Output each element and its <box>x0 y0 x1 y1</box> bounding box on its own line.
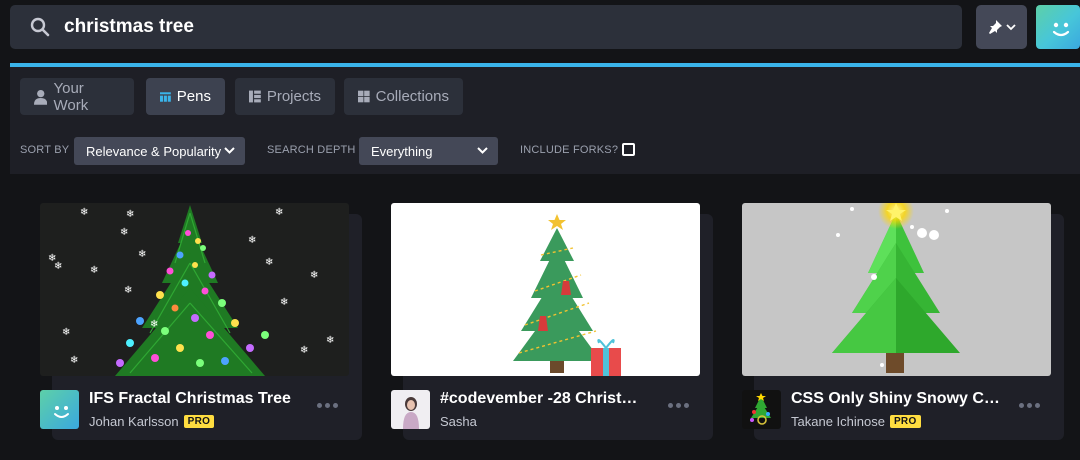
dot <box>316 402 322 408</box>
svg-text:❄: ❄ <box>126 209 134 220</box>
svg-text:❄: ❄ <box>90 265 98 276</box>
sort-by-select[interactable]: Relevance & Popularity <box>74 137 245 165</box>
user-icon <box>34 89 48 105</box>
svg-text:❄: ❄ <box>138 249 146 260</box>
search-icon <box>30 17 50 37</box>
projects-icon <box>249 90 261 103</box>
dot <box>683 402 689 408</box>
tab-pens[interactable]: Pens <box>146 78 225 115</box>
author-avatar[interactable] <box>742 390 781 429</box>
svg-text:❄: ❄ <box>62 327 70 338</box>
pro-badge: PRO <box>889 415 921 428</box>
pen-title[interactable]: CSS Only Shiny Snowy Christmas Tree <box>791 390 1001 408</box>
chevron-down-icon <box>1006 24 1016 31</box>
author-logo <box>742 390 781 429</box>
filters-row: SORT BY Relevance & Popularity SEARCH DE… <box>10 137 1080 165</box>
dot <box>667 402 673 408</box>
more-options-button[interactable] <box>313 396 341 414</box>
svg-text:❄: ❄ <box>80 207 88 218</box>
top-bar <box>0 0 1080 60</box>
collections-icon <box>358 90 370 103</box>
avatar-face-icon <box>1052 22 1070 37</box>
author-photo <box>391 390 430 429</box>
more-options-button[interactable] <box>664 396 692 414</box>
search-bar[interactable] <box>10 5 962 49</box>
svg-text:❄: ❄ <box>120 227 128 238</box>
flat-christmas-tree-image <box>391 203 700 376</box>
sort-by-label: SORT BY <box>20 144 70 156</box>
fractal-tree-image: ❄ ❄❄ ❄❄❄ ❄❄❄ ❄❄❄ ❄❄❄ ❄❄❄ <box>40 203 349 376</box>
dot <box>1026 402 1032 408</box>
svg-text:❄: ❄ <box>54 261 62 272</box>
chevron-down-icon <box>477 147 488 154</box>
tab-collections[interactable]: Collections <box>344 78 463 115</box>
dot <box>1034 402 1040 408</box>
svg-text:❄: ❄ <box>248 235 256 246</box>
tab-label: Pens <box>176 88 211 105</box>
pen-preview[interactable] <box>391 203 700 376</box>
dot <box>1018 402 1024 408</box>
svg-text:❄: ❄ <box>275 207 283 218</box>
pen-preview[interactable]: ❄ ❄ ❄ ❄ ❄ ❄ ❄ ❄ ❄ ❄ ❄ ❄ ❄ ❄ ❄ ❄ ❄ ❄ <box>40 203 349 376</box>
search-input[interactable] <box>64 11 944 43</box>
pens-grid-icon <box>160 91 171 102</box>
author-avatar[interactable] <box>391 390 430 429</box>
pinned-items-button[interactable] <box>976 5 1027 49</box>
author-name[interactable]: Sasha <box>440 414 477 429</box>
pen-card: #codevember -28 Christmas Tree Sasha <box>391 200 713 440</box>
pin-icon <box>989 20 1002 34</box>
author-name[interactable]: Johan Karlsson <box>89 414 179 429</box>
author-name[interactable]: Takane Ichinose <box>791 414 885 429</box>
pen-author: Johan Karlsson PRO <box>89 414 215 429</box>
svg-text:❄: ❄ <box>326 335 334 346</box>
svg-text:❄: ❄ <box>300 345 308 356</box>
include-forks-label: INCLUDE FORKS? <box>520 144 619 156</box>
svg-text:❄: ❄ <box>265 257 273 268</box>
svg-text:❄: ❄ <box>150 319 158 330</box>
sort-by-value: Relevance & Popularity <box>86 143 222 159</box>
author-avatar[interactable] <box>40 390 79 429</box>
svg-text:❄: ❄ <box>310 270 318 281</box>
search-depth-label: SEARCH DEPTH <box>267 144 356 156</box>
include-forks-checkbox[interactable] <box>622 143 635 156</box>
svg-text:❄: ❄ <box>70 355 78 366</box>
pen-title[interactable]: IFS Fractal Christmas Tree <box>89 390 299 408</box>
dot <box>675 402 681 408</box>
search-depth-select[interactable]: Everything <box>359 137 498 165</box>
dot <box>332 402 338 408</box>
tab-label: Projects <box>266 88 321 105</box>
tab-projects[interactable]: Projects <box>235 78 335 115</box>
svg-text:❄: ❄ <box>280 297 288 308</box>
shiny-snowy-tree-image <box>742 203 1051 376</box>
pen-preview[interactable] <box>742 203 1051 376</box>
search-panel: Your Work Pens Projects Collections SORT… <box>10 67 1080 174</box>
pen-card: ❄ ❄ ❄ ❄ ❄ ❄ ❄ ❄ ❄ ❄ ❄ ❄ ❄ ❄ ❄ ❄ ❄ ❄ IFS Fractal Chri… <box>40 200 362 440</box>
pen-card: CSS Only Shiny Snowy Christmas Tree Taka… <box>742 200 1064 440</box>
svg-text:❄: ❄ <box>124 285 132 296</box>
pen-title[interactable]: #codevember -28 Christmas Tree <box>440 390 650 408</box>
avatar-face-icon <box>40 390 79 429</box>
pen-author: Takane Ichinose PRO <box>791 414 921 429</box>
dot <box>324 402 330 408</box>
more-options-button[interactable] <box>1015 396 1043 414</box>
tab-label: Collections <box>375 88 449 105</box>
tab-label: Your Work <box>53 79 89 114</box>
pro-badge: PRO <box>183 415 215 428</box>
pen-author: Sasha <box>440 414 477 429</box>
chevron-down-icon <box>224 147 235 154</box>
user-avatar[interactable] <box>1036 5 1080 49</box>
tab-your-work[interactable]: Your Work <box>20 78 134 115</box>
search-depth-value: Everything <box>371 143 433 159</box>
